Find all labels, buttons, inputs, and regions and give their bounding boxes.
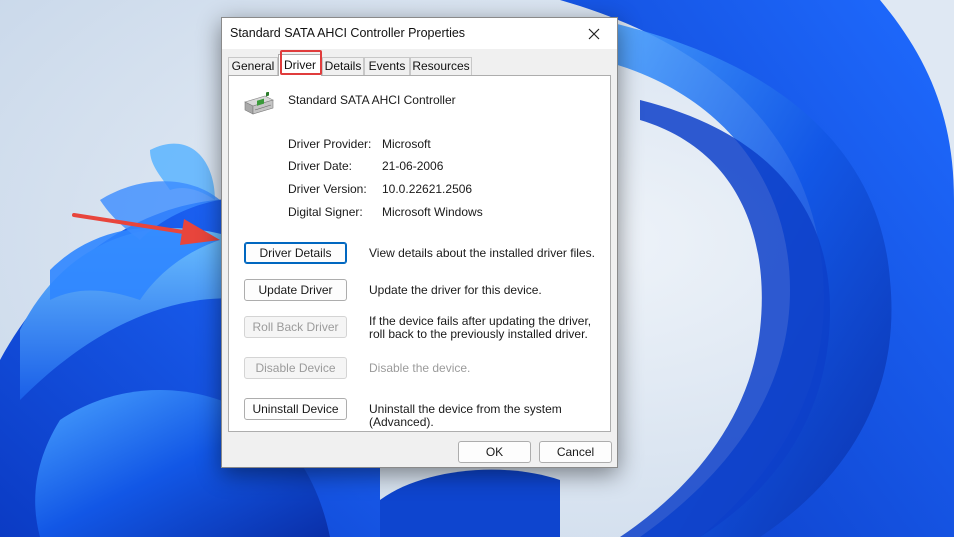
disable-device-button[interactable]: Disable Device bbox=[244, 357, 347, 379]
digital-signer-value: Microsoft Windows bbox=[382, 205, 483, 219]
properties-dialog: Standard SATA AHCI Controller Properties… bbox=[221, 17, 618, 468]
tab-details[interactable]: Details bbox=[322, 57, 364, 75]
ok-button[interactable]: OK bbox=[458, 441, 531, 463]
roll-back-driver-button[interactable]: Roll Back Driver bbox=[244, 316, 347, 338]
controller-icon bbox=[244, 92, 274, 115]
driver-details-button[interactable]: Driver Details bbox=[244, 242, 347, 264]
close-icon bbox=[588, 28, 600, 39]
driver-provider-label: Driver Provider: bbox=[288, 137, 372, 151]
uninstall-device-description: Uninstall the device from the system (Ad… bbox=[369, 402, 562, 429]
driver-version-label: Driver Version: bbox=[288, 182, 367, 196]
uninstall-device-button[interactable]: Uninstall Device bbox=[244, 398, 347, 420]
window-title: Standard SATA AHCI Controller Properties bbox=[230, 26, 466, 40]
driver-date-label: Driver Date: bbox=[288, 159, 353, 173]
tab-events[interactable]: Events bbox=[364, 57, 410, 75]
red-arrow-icon bbox=[72, 213, 220, 245]
tab-driver[interactable]: Driver bbox=[278, 54, 322, 76]
device-name: Standard SATA AHCI Controller bbox=[288, 93, 456, 107]
cancel-button[interactable]: Cancel bbox=[539, 441, 612, 463]
tab-strip: General Driver Details Events Resources bbox=[228, 50, 613, 76]
update-driver-button[interactable]: Update Driver bbox=[244, 279, 347, 301]
update-driver-description: Update the driver for this device. bbox=[369, 283, 542, 297]
driver-provider-value: Microsoft bbox=[382, 137, 431, 151]
tab-general[interactable]: General bbox=[228, 57, 278, 75]
close-button[interactable] bbox=[571, 18, 617, 49]
driver-details-description: View details about the installed driver … bbox=[369, 246, 595, 260]
title-bar[interactable]: Standard SATA AHCI Controller Properties bbox=[222, 18, 617, 49]
digital-signer-label: Digital Signer: bbox=[288, 205, 363, 219]
driver-version-value: 10.0.22621.2506 bbox=[382, 182, 473, 196]
disable-device-description: Disable the device. bbox=[369, 361, 471, 375]
roll-back-driver-description: If the device fails after updating the d… bbox=[369, 314, 592, 341]
driver-panel: Standard SATA AHCI Controller Driver Pro… bbox=[228, 75, 611, 432]
driver-date-value: 21-06-2006 bbox=[382, 159, 444, 173]
tab-resources[interactable]: Resources bbox=[410, 57, 472, 75]
